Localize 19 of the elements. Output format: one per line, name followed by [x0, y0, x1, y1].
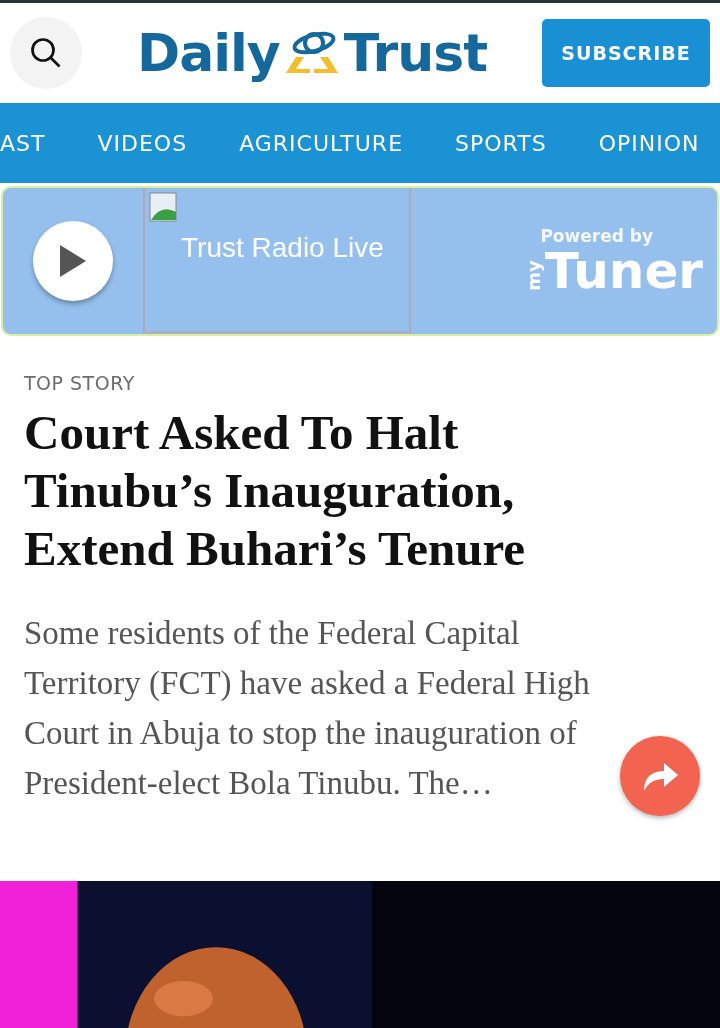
nav-link[interactable]: SPORTS [455, 130, 547, 156]
nav-link[interactable]: OPINION [598, 130, 700, 156]
brand-logo-text: Tuner [544, 246, 703, 296]
logo-text: Daily [136, 23, 280, 83]
subscribe-button[interactable]: SUBSCRIBE [542, 19, 710, 87]
nav-link[interactable]: AGRICULTURE [239, 130, 404, 156]
powered-by-text: Powered by [540, 226, 653, 246]
nav-link[interactable]: AST [0, 130, 46, 156]
excerpt: Some residents of the Federal Capital Territory (FCT) have asked a Federal High Court in Abuja to stop the inauguration of President-elect Bola Tinubu. The… [24, 614, 591, 803]
play-icon [58, 243, 88, 279]
section-label: TOP STORY [24, 372, 136, 394]
station-title: Trust Radio Live [181, 232, 385, 264]
play-button[interactable] [33, 221, 113, 301]
brand-prefix: my [522, 260, 544, 291]
nav-link[interactable]: VIDEOS [97, 130, 188, 156]
headline[interactable]: Court Asked To Halt Tinubu’s Inauguration, Extend Buhari’s Tenure [24, 404, 624, 578]
logo-text: Trust [343, 23, 487, 83]
broken-image-icon [149, 192, 179, 222]
share-button[interactable] [620, 736, 700, 816]
